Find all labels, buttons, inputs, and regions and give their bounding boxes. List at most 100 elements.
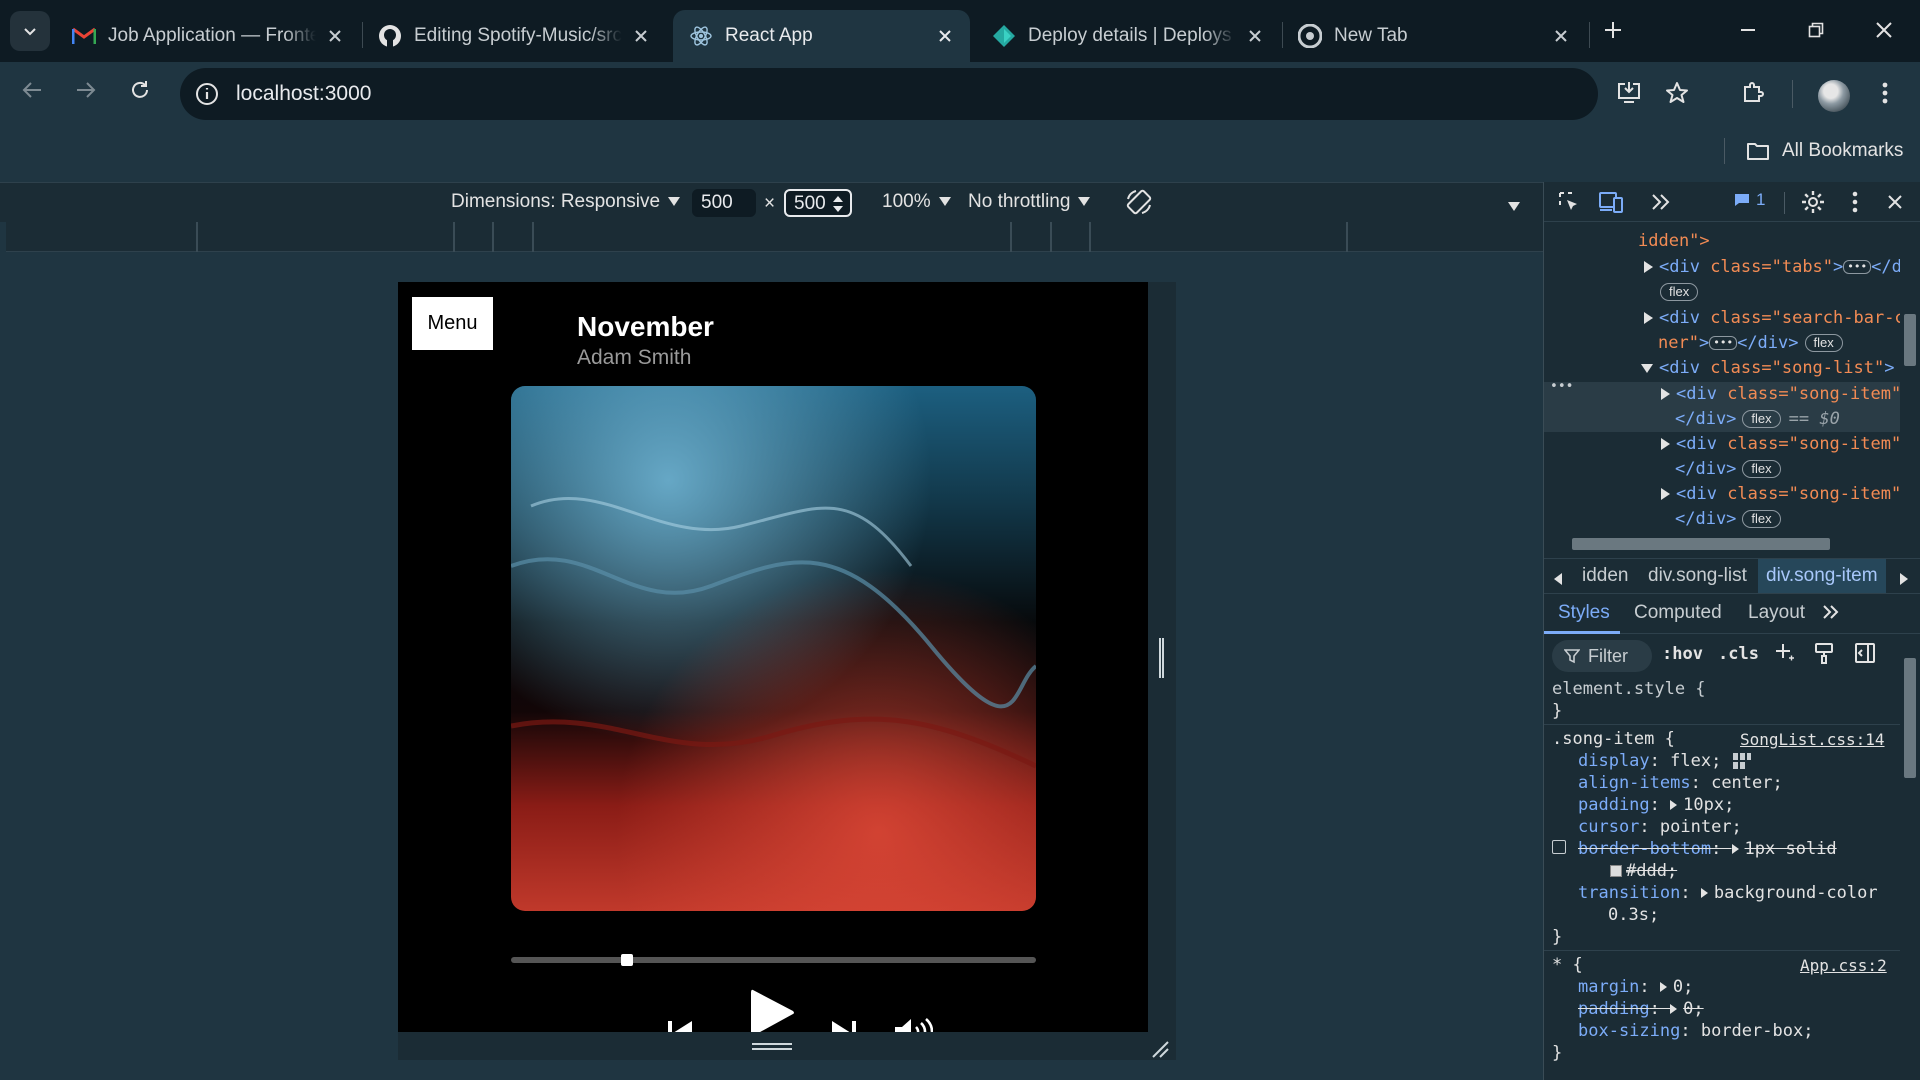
back-button[interactable] [12,70,52,110]
flexbox-editor-icon[interactable] [1732,752,1752,770]
profile-avatar[interactable] [1818,80,1850,112]
scrollbar-thumb[interactable] [1904,314,1916,366]
resize-handle-width[interactable] [1159,638,1164,678]
site-info-icon[interactable] [194,81,220,107]
reload-button[interactable] [120,70,160,110]
browser-menu-button[interactable] [1868,76,1902,110]
device-toolbar-more[interactable] [1508,198,1520,216]
devtools-menu-button[interactable] [1840,188,1870,216]
tab-search-button[interactable] [10,11,50,51]
style-property-disabled-value[interactable]: #ddd; [1610,860,1677,882]
dimensions-dropdown[interactable]: Dimensions: Responsive [451,191,681,213]
zoom-dropdown[interactable]: 100% [882,191,951,213]
next-track-button[interactable] [830,1018,858,1032]
media-query-marker[interactable] [1346,222,1348,252]
address-bar[interactable]: localhost:3000 [180,68,1598,120]
collapsed-children-icon[interactable]: ••• [1843,260,1872,274]
resize-corner-handle[interactable] [1151,1040,1169,1058]
expand-triangle-icon[interactable] [1731,844,1739,854]
devtools-settings-button[interactable] [1798,188,1828,216]
dom-node-song-item-close[interactable]: </div> flex == $0 [1675,407,1840,432]
new-style-rule-button[interactable] [1774,642,1796,669]
expand-triangle-icon[interactable] [1661,388,1670,400]
tab-job-application[interactable]: Job Application — Frontend Developer [56,10,360,62]
restore-button[interactable] [1792,10,1840,50]
tab-editing-spotify[interactable]: Editing Spotify-Music/src [362,10,666,62]
extensions-button[interactable] [1736,76,1770,110]
class-toggle[interactable]: .cls [1718,644,1759,664]
property-toggle-checkbox[interactable] [1552,836,1566,858]
expand-triangle-icon[interactable] [1700,888,1708,898]
minimize-button[interactable] [1724,10,1772,50]
previous-track-button[interactable] [666,1018,694,1032]
row-options-dots[interactable]: ••• [1550,374,1573,399]
issues-badge[interactable]: 1 [1734,190,1765,210]
style-property[interactable]: display: flex; [1578,750,1752,772]
style-property[interactable]: box-sizing: border-box; [1578,1020,1813,1042]
spinner-arrows-icon[interactable] [832,194,844,214]
expand-triangle-icon[interactable] [1670,800,1678,810]
progress-bar[interactable] [511,954,1036,966]
style-property[interactable]: transition: background-color [1578,882,1878,904]
dom-node-search-bar-cont[interactable]: ner"> ••• </div> flex [1658,331,1843,356]
dom-node-song-item[interactable]: <div class="song-item": [1661,432,1900,457]
media-query-marker[interactable] [453,222,455,252]
breadcrumb-scroll-right[interactable] [1900,569,1908,591]
hover-state-toggle[interactable]: :hov [1662,644,1703,664]
device-toolbar-toggle[interactable] [1596,188,1626,216]
media-query-marker[interactable] [196,222,198,252]
media-query-bar[interactable] [6,222,1543,252]
media-query-marker[interactable] [1010,222,1012,252]
style-property[interactable]: cursor: pointer; [1578,816,1742,838]
volume-button[interactable] [894,1018,934,1032]
media-query-marker[interactable] [492,222,494,252]
expand-triangle-icon[interactable] [1670,1004,1678,1014]
toggle-sidebar-button[interactable] [1854,642,1876,669]
breadcrumb-scroll-left[interactable] [1554,569,1562,591]
style-property-value[interactable]: 0.3s; [1608,904,1659,926]
style-property[interactable]: align-items: center; [1578,772,1783,794]
media-query-marker[interactable] [532,222,534,252]
viewport-width-input[interactable]: 500 [692,189,756,217]
dom-node-song-item-selected[interactable]: <div class="song-item": [1661,382,1900,407]
expand-triangle-icon[interactable] [1644,261,1653,273]
tab-deploy-details[interactable]: Deploy details | Deploys | [976,10,1280,62]
checkbox[interactable] [1552,840,1566,854]
style-property[interactable]: margin: 0; [1578,976,1693,998]
tab-new-tab[interactable]: New Tab [1282,10,1586,62]
dom-node-song-item[interactable]: <div class="song-item": [1661,482,1900,507]
expand-triangle-icon[interactable] [1644,312,1653,324]
new-tab-button[interactable] [1589,10,1637,50]
bookmark-star-button[interactable] [1660,76,1694,110]
expand-triangle-icon[interactable] [1661,438,1670,450]
expand-triangle-icon[interactable] [1661,488,1670,500]
tab-react-app[interactable]: React App [673,10,970,62]
throttling-dropdown[interactable]: No throttling [968,191,1091,213]
tab-computed[interactable]: Computed [1634,602,1722,624]
inspect-element-button[interactable] [1554,188,1584,216]
collapsed-children-icon[interactable]: ••• [1709,336,1738,350]
dom-node-song-item-close[interactable]: </div> flex [1675,507,1781,532]
rule-source-link[interactable]: App.css:2 [1800,955,1887,977]
styles-filter-input[interactable]: Filter [1552,640,1652,672]
flex-badge[interactable]: flex [1660,280,1699,305]
style-property-overridden[interactable]: padding: 0; [1578,998,1704,1020]
media-query-marker[interactable] [1050,222,1052,252]
styles-vertical-scrollbar[interactable] [1900,634,1920,1080]
scrollbar-thumb[interactable] [1572,538,1830,550]
rule-selector[interactable]: * { [1552,954,1583,976]
rotate-button[interactable] [1124,187,1154,217]
color-swatch[interactable] [1610,865,1622,877]
resize-handle-height[interactable] [752,1043,792,1050]
close-tab-icon[interactable] [1242,23,1268,49]
more-options-button[interactable] [590,1027,630,1032]
progress-knob[interactable] [620,954,633,966]
breadcrumb-item[interactable]: idden [1582,565,1629,587]
rule-source-link[interactable]: SongList.css:14 [1740,729,1885,751]
elements-horizontal-scrollbar[interactable] [1544,534,1900,554]
elements-vertical-scrollbar[interactable] [1900,222,1920,534]
tab-layout[interactable]: Layout [1748,602,1805,624]
breadcrumb-item-active[interactable]: div.song-item [1758,559,1886,593]
element-style-selector[interactable]: element.style { [1552,678,1706,700]
expand-triangle-icon[interactable] [1659,982,1667,992]
